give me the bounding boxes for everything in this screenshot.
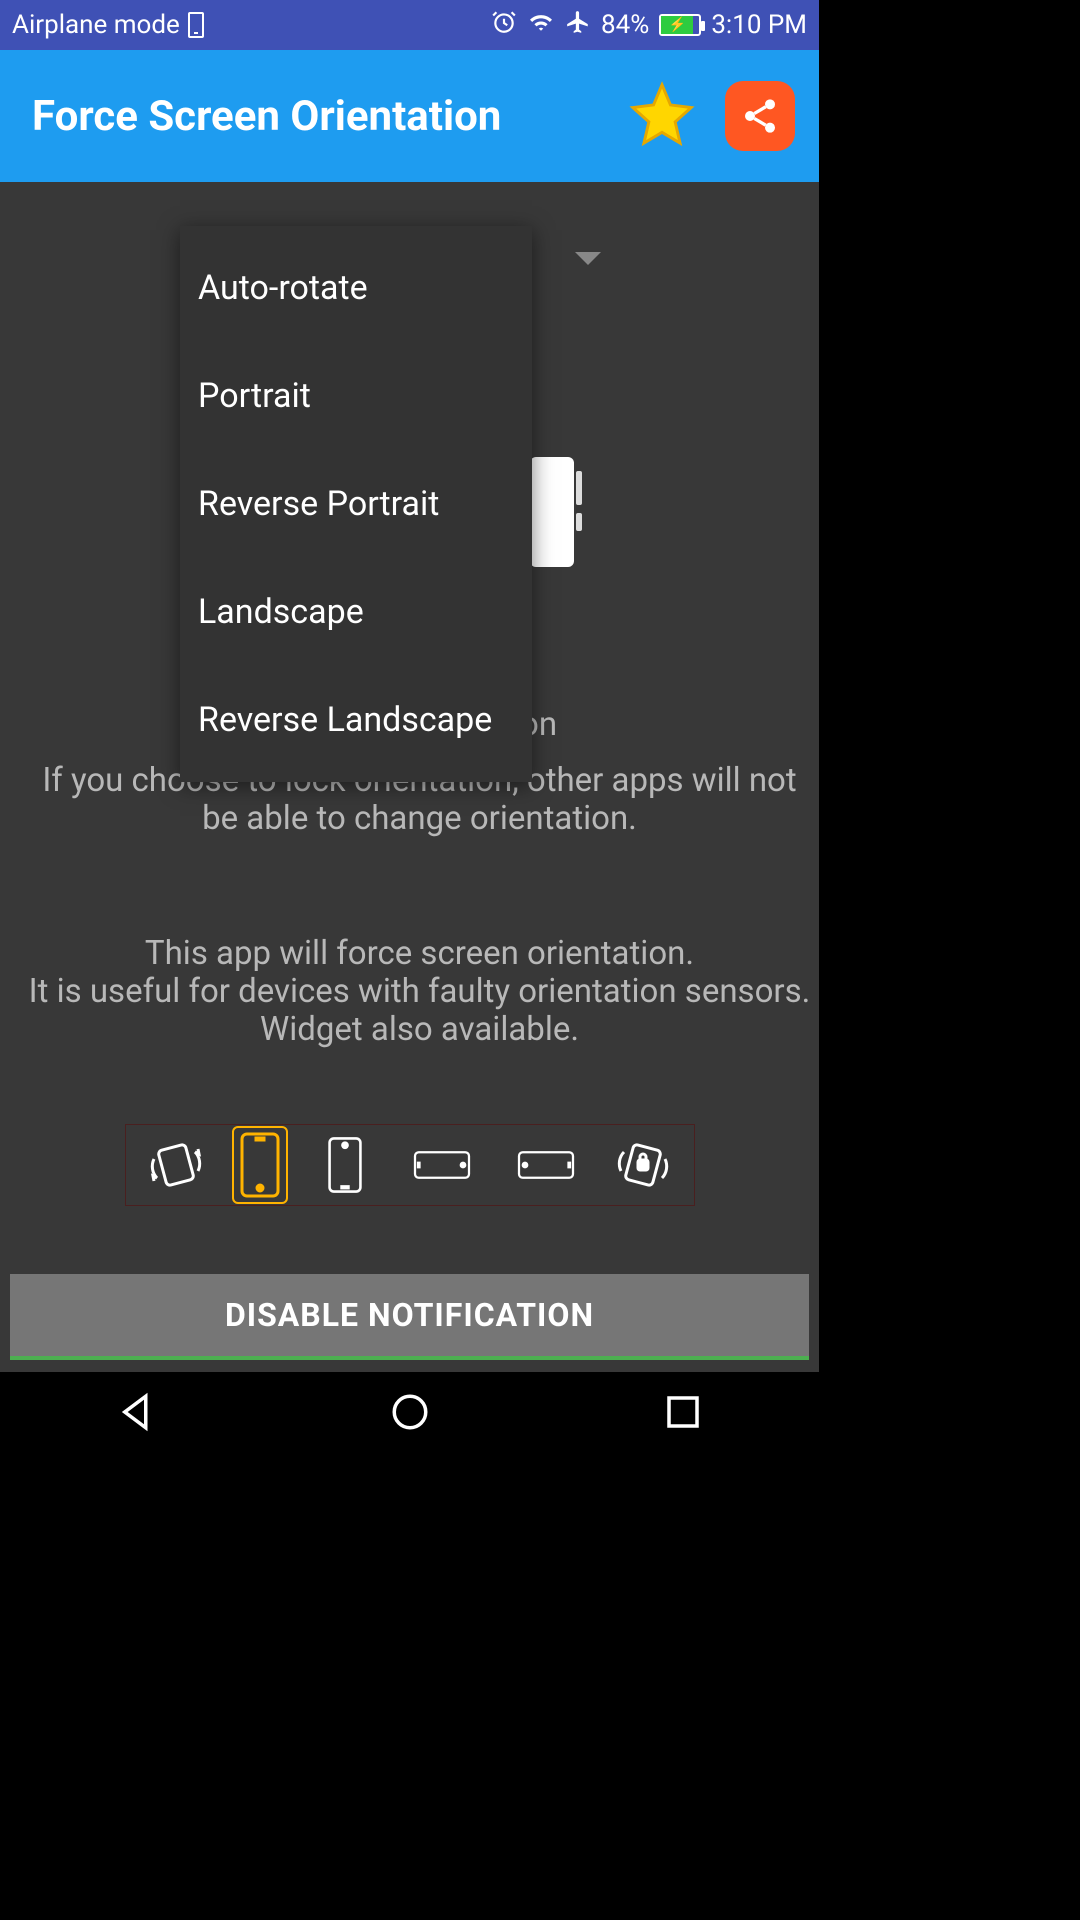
orientation-icon-row bbox=[125, 1124, 695, 1206]
reverse-portrait-icon[interactable] bbox=[313, 1133, 377, 1197]
back-button[interactable] bbox=[116, 1391, 158, 1437]
app-bar: Force Screen Orientation bbox=[0, 50, 819, 182]
recents-button[interactable] bbox=[662, 1391, 704, 1437]
status-time: 3:10 PM bbox=[711, 10, 807, 40]
dropdown-item-landscape[interactable]: Landscape bbox=[180, 558, 532, 666]
landscape-icon[interactable] bbox=[402, 1133, 482, 1197]
auto-rotate-icon[interactable] bbox=[144, 1133, 208, 1197]
favorite-star-icon[interactable] bbox=[627, 79, 697, 153]
dropdown-item-reverse-landscape[interactable]: Reverse Landscape bbox=[180, 666, 532, 774]
orientation-dropdown: Auto-rotate Portrait Reverse Portrait La… bbox=[180, 226, 532, 782]
home-button[interactable] bbox=[389, 1391, 431, 1437]
portrait-icon[interactable] bbox=[232, 1126, 288, 1204]
share-button[interactable] bbox=[725, 81, 795, 151]
dropdown-item-reverse-portrait[interactable]: Reverse Portrait bbox=[180, 450, 532, 558]
navigation-bar bbox=[0, 1372, 819, 1456]
reverse-landscape-icon[interactable] bbox=[506, 1133, 586, 1197]
auto-rotate-lock-icon[interactable] bbox=[611, 1133, 675, 1197]
app-title: Force Screen Orientation bbox=[32, 92, 501, 141]
airplane-icon bbox=[565, 9, 591, 42]
battery-percent: 84% bbox=[601, 10, 649, 40]
wifi-icon bbox=[527, 10, 555, 40]
airplane-mode-label: Airplane mode bbox=[12, 10, 180, 40]
dropdown-item-auto-rotate[interactable]: Auto-rotate bbox=[180, 234, 532, 342]
phone-icon bbox=[188, 12, 204, 38]
disable-notification-button[interactable]: DISABLE NOTIFICATION bbox=[10, 1274, 809, 1360]
alarm-icon bbox=[491, 9, 517, 42]
device-illustration bbox=[530, 457, 574, 567]
battery-icon: ⚡ bbox=[659, 14, 701, 36]
dropdown-item-portrait[interactable]: Portrait bbox=[180, 342, 532, 450]
chevron-down-icon[interactable] bbox=[575, 252, 601, 265]
status-bar: Airplane mode 84% ⚡ 3:10 PM bbox=[0, 0, 819, 50]
main-content: on If you choose to lock orientation, ot… bbox=[0, 182, 819, 1372]
app-description: This app will force screen orientation. … bbox=[10, 935, 829, 1049]
